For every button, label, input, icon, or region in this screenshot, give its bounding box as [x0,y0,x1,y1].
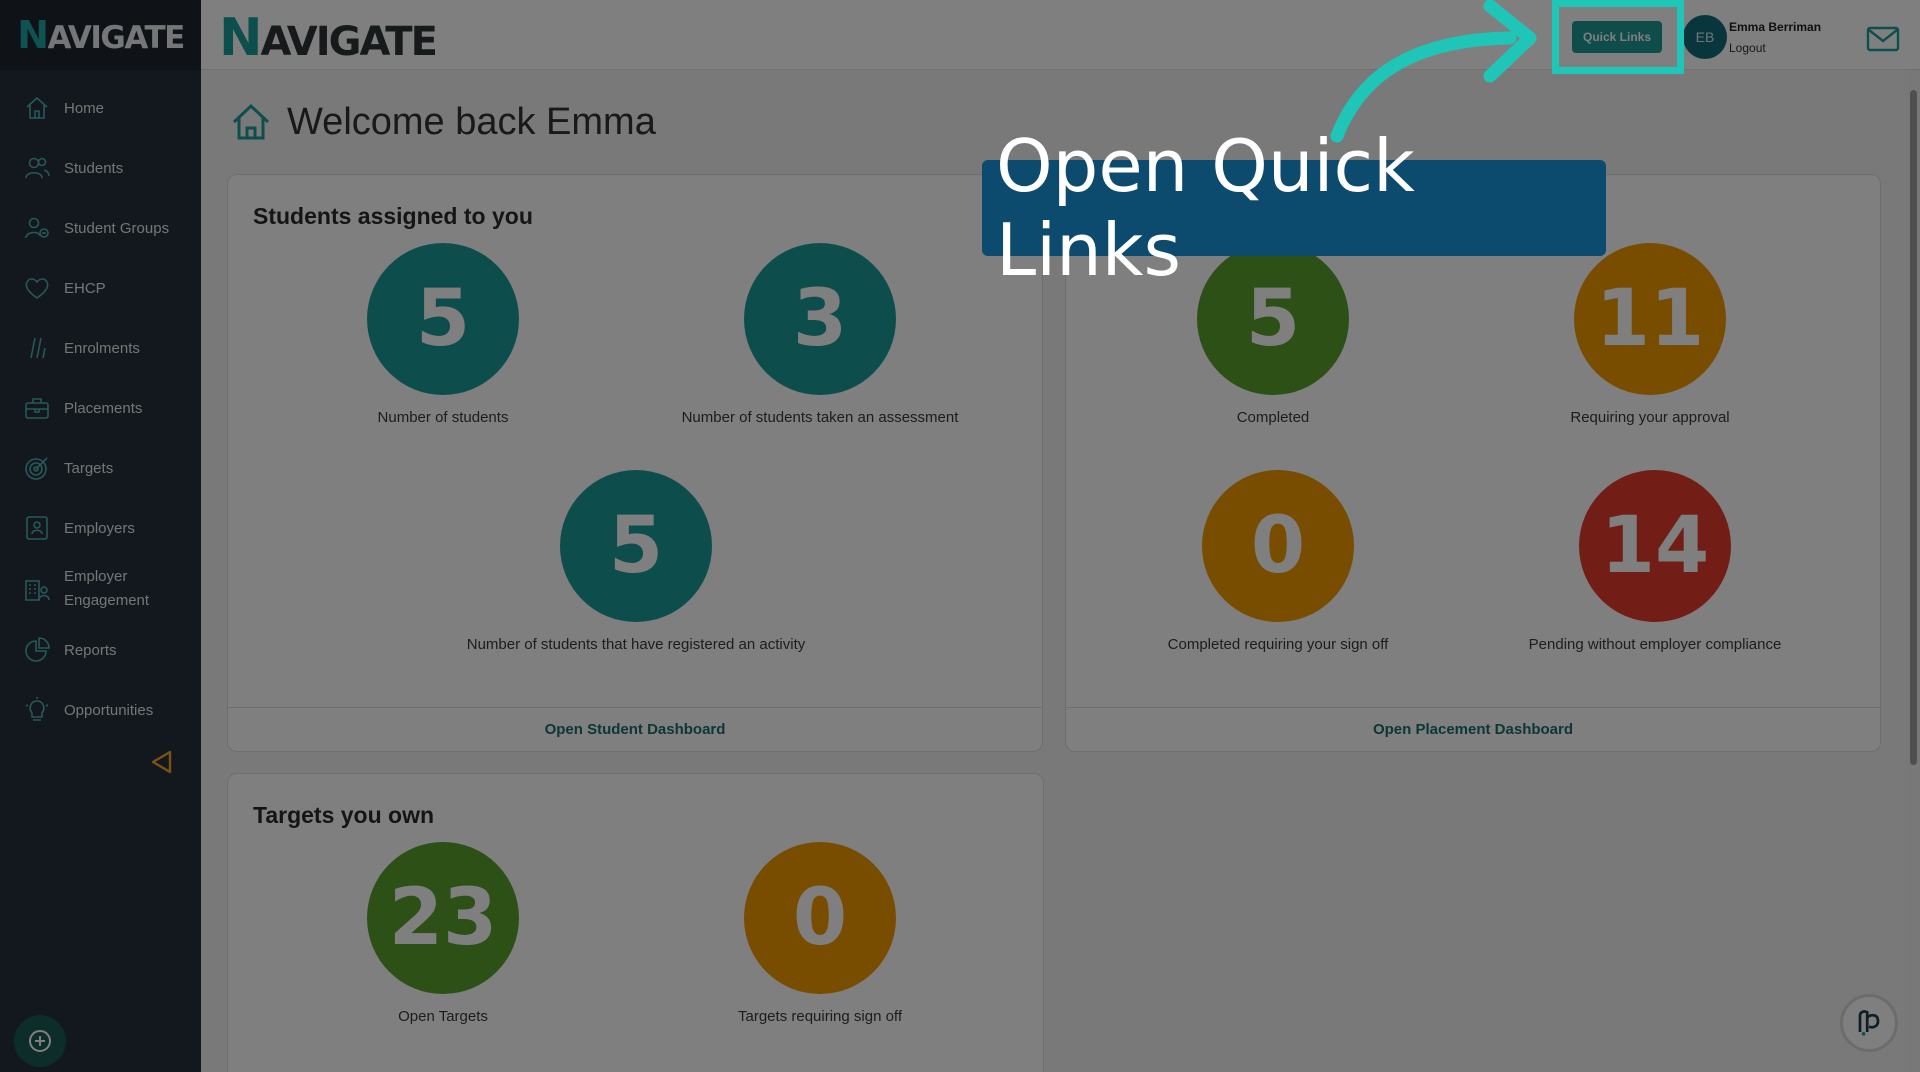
students-card: Students assigned to you 5 Number of stu… [227,174,1043,752]
card-title: Targets you own [253,802,435,828]
vertical-scrollbar[interactable] [1906,70,1920,1072]
sidebar-item-label: Students [64,159,124,177]
building-icon [22,574,52,604]
stat-pending-compliance[interactable]: 14 Pending without employer compliance [1505,470,1805,653]
sidebar-item-label: Reports [64,641,117,659]
help-widget-icon [1858,1010,1880,1036]
sidebar-item-employer-engagement[interactable]: Employer Engagement [0,558,201,620]
targets-card: Targets you own 23 Open Targets 0 Target… [227,773,1044,1072]
sidebar-item-reports[interactable]: Reports [0,620,201,680]
add-button[interactable] [14,1015,66,1067]
sidebar-item-label: Opportunities [64,701,154,719]
sidebar-item-label: Employer Engagement [64,568,150,609]
enrolments-icon [22,333,52,363]
sidebar-item-placements[interactable]: Placements [0,378,201,438]
logo-text: AVIGATE [47,20,186,56]
logo-initial: N [17,13,49,57]
page-title: Welcome back Emma [229,100,656,144]
sidebar-nav: Home Students Student Groups EHCP Enrolm… [0,70,201,740]
heart-icon [22,273,52,303]
stat-circle: 0 [744,842,896,994]
stat-label: Number of students taken an assessment [681,409,959,426]
home-icon [232,103,270,140]
plus-circle-icon [29,1030,51,1052]
stat-label: Open Targets [398,1008,488,1025]
pie-chart-icon [22,635,52,665]
sidebar-item-label: EHCP [64,279,106,297]
help-widget-button[interactable] [1840,994,1898,1052]
stat-open-targets[interactable]: 23 Open Targets [293,842,593,1025]
triangle-left-icon [151,750,172,774]
sidebar-logo[interactable]: NAVIGATE [0,0,201,70]
sidebar-item-students[interactable]: Students [0,138,201,198]
sidebar-item-employers[interactable]: Employers [0,498,201,558]
sidebar-item-enrolments[interactable]: Enrolments [0,318,201,378]
avatar[interactable]: EB [1683,15,1727,59]
sidebar-item-label: Enrolments [64,339,140,357]
sidebar-item-student-groups[interactable]: Student Groups [0,198,201,258]
sidebar-item-label: Student Groups [64,219,170,237]
collapse-sidebar-button[interactable] [148,748,176,776]
logo-initial: N [219,8,263,68]
stat-students-assessed[interactable]: 3 Number of students taken an assessment [670,243,970,426]
student-groups-icon [22,213,52,243]
stat-targets-sign-off[interactable]: 0 Targets requiring sign off [670,842,970,1025]
tutorial-callout: Open Quick Links [982,124,1606,292]
sidebar-item-label: Employers [64,519,135,537]
home-icon [22,93,52,123]
lightbulb-icon [22,695,52,725]
logo-text: AVIGATE [260,19,438,65]
logout-link[interactable]: Logout [1729,41,1766,55]
stat-circle: 23 [367,842,519,994]
stat-completed-sign-off[interactable]: 0 Completed requiring your sign off [1128,470,1428,653]
sidebar-item-label: Home [64,99,105,117]
sidebar-item-opportunities[interactable]: Opportunities [0,680,201,740]
stat-label: Completed [1236,409,1310,426]
card-title: Students assigned to you [253,203,533,229]
top-header: NAVIGATE Quick Links EB Emma Berriman Lo… [201,0,1920,70]
header-logo[interactable]: NAVIGATE [219,8,438,68]
stat-circle: 3 [744,243,896,395]
employer-badge-icon [22,513,52,543]
stat-label: Number of students [377,409,509,426]
open-placement-dashboard-link[interactable]: Open Placement Dashboard [1066,707,1880,751]
stat-circle: 14 [1579,470,1731,622]
welcome-heading: Welcome back Emma [287,100,656,143]
stat-label: Number of students that have registered … [466,636,806,653]
stat-label: Pending without employer compliance [1528,636,1782,653]
stat-circle: 0 [1202,470,1354,622]
mail-icon[interactable] [1866,26,1900,52]
target-icon [22,453,52,483]
stat-label: Completed requiring your sign off [1167,636,1389,653]
stat-number-of-students[interactable]: 5 Number of students [293,243,593,426]
stat-label: Requiring your approval [1570,409,1730,426]
quick-links-button[interactable]: Quick Links [1572,21,1662,53]
stat-students-registered-activity[interactable]: 5 Number of students that have registere… [467,470,805,653]
scroll-thumb[interactable] [1910,90,1917,765]
sidebar-item-label: Placements [64,399,143,417]
sidebar-item-ehcp[interactable]: EHCP [0,258,201,318]
students-icon [22,153,52,183]
briefcase-icon [22,393,52,423]
open-student-dashboard-link[interactable]: Open Student Dashboard [228,707,1042,751]
sidebar-item-targets[interactable]: Targets [0,438,201,498]
sidebar: NAVIGATE Home Students Student Groups EH… [0,0,201,1072]
stat-circle: 5 [560,470,712,622]
stat-circle: 5 [367,243,519,395]
stat-label: Targets requiring sign off [738,1008,902,1025]
sidebar-item-label: Targets [64,459,114,477]
user-name: Emma Berriman [1729,20,1822,34]
sidebar-item-home[interactable]: Home [0,78,201,138]
